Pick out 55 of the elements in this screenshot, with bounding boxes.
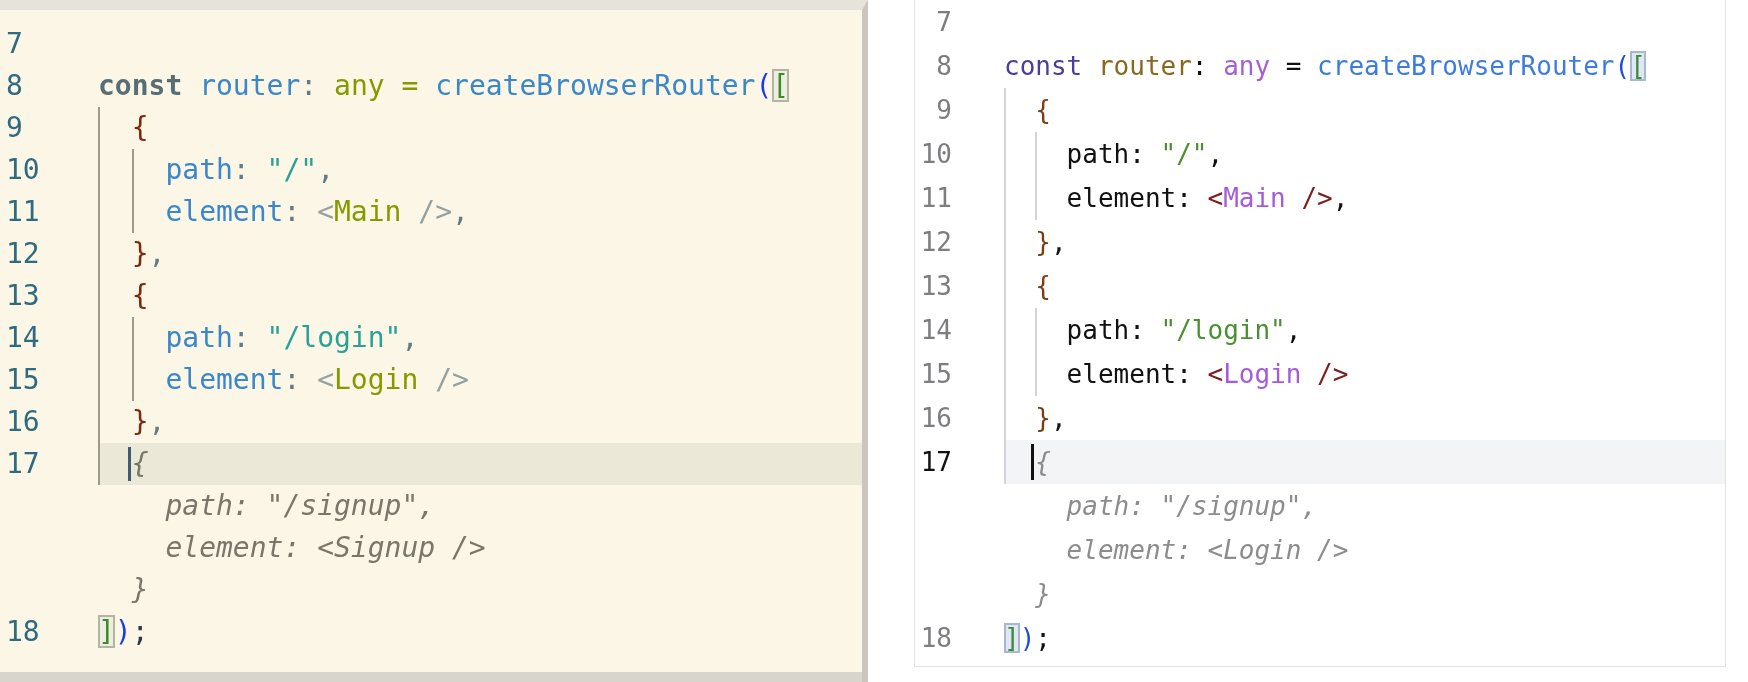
line-number: 8 xyxy=(5,68,24,104)
code-line: { xyxy=(131,110,149,146)
code-line: } xyxy=(131,572,149,608)
line-number: 7 xyxy=(935,6,953,39)
line-number: 12 xyxy=(919,226,953,259)
code-line: element: <Login /> xyxy=(1066,534,1349,567)
code-line: const router: any = createBrowserRouter([ xyxy=(98,68,790,104)
code-line: const router: any = createBrowserRouter([ xyxy=(1004,50,1646,83)
line-number: 8 xyxy=(935,50,953,83)
code-line: }, xyxy=(1035,402,1067,435)
code-line: }, xyxy=(1035,226,1067,259)
line-number: 18 xyxy=(919,622,953,655)
code-line: element: <Login /> xyxy=(165,362,469,398)
line-number: 10 xyxy=(5,152,41,188)
line-number: 14 xyxy=(5,320,41,356)
code-line: ]); xyxy=(98,614,149,650)
line-number: 15 xyxy=(5,362,41,398)
code-line: path: "/", xyxy=(165,152,334,188)
code-line: path: "/signup", xyxy=(1066,490,1318,523)
line-number: 17 xyxy=(5,446,41,482)
line-number: 9 xyxy=(5,110,24,146)
line-number: 16 xyxy=(5,404,41,440)
horizontal-scrollbar[interactable] xyxy=(0,672,862,682)
line-number: 11 xyxy=(5,194,41,230)
code-line: { xyxy=(1035,94,1051,127)
code-line: }, xyxy=(131,236,166,272)
line-number: 13 xyxy=(5,278,41,314)
line-number: 10 xyxy=(919,138,953,171)
line-number: 12 xyxy=(5,236,41,272)
line-number: 17 xyxy=(919,446,953,479)
code-line: path: "/", xyxy=(1066,138,1224,171)
code-line: path: "/login", xyxy=(165,320,419,356)
line-number: 14 xyxy=(919,314,953,347)
line-number: 7 xyxy=(5,26,24,62)
code-line: { xyxy=(1035,270,1051,303)
code-line: ]); xyxy=(1004,622,1051,655)
code-line: path: "/signup", xyxy=(165,488,436,524)
code-line: { xyxy=(131,278,149,314)
code-line: } xyxy=(1035,578,1051,611)
line-number: 13 xyxy=(919,270,953,303)
code-line: element: <Login /> xyxy=(1066,358,1349,391)
line-number: 11 xyxy=(919,182,953,215)
text-cursor xyxy=(127,447,131,481)
code-line: path: "/login", xyxy=(1066,314,1302,347)
line-number: 15 xyxy=(919,358,953,391)
line-number: 16 xyxy=(919,402,953,435)
code-line: element: <Main />, xyxy=(1066,182,1349,215)
code-line: { xyxy=(131,446,149,482)
code-line: }, xyxy=(131,404,166,440)
code-line: { xyxy=(1035,446,1051,479)
line-number: 9 xyxy=(935,94,953,127)
code-line: element: <Signup /> xyxy=(165,530,486,566)
line-number: 18 xyxy=(5,614,41,650)
code-line: element: <Main />, xyxy=(165,194,469,230)
text-cursor xyxy=(1031,444,1035,480)
